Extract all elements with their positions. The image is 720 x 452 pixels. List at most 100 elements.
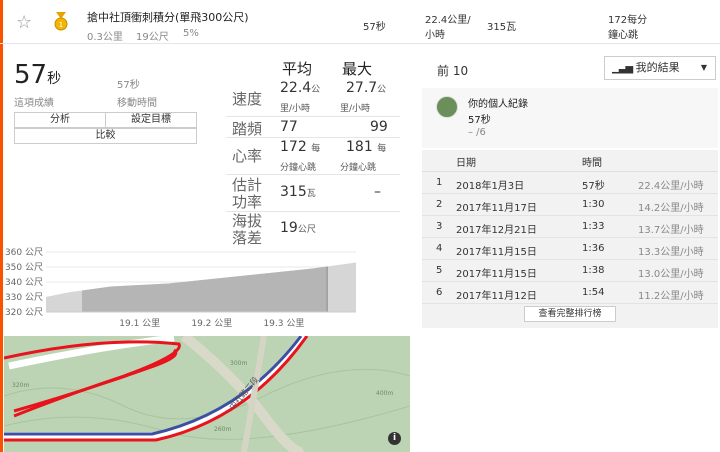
row-speed: 13.3公里/小時 xyxy=(638,247,704,258)
x-tick-label: 19.3 公里 xyxy=(263,318,304,329)
analyze-button[interactable]: 分析 xyxy=(14,112,106,128)
stat-avg-power: 315瓦 xyxy=(280,184,316,200)
result-time-unit: 秒 xyxy=(47,71,62,87)
segment-elev-gain: 19公尺 xyxy=(136,32,169,43)
medal-icon: 1 xyxy=(53,12,69,36)
row-rank: 2 xyxy=(436,199,443,210)
row-speed: 14.2公里/小時 xyxy=(638,203,704,214)
row-time: 1:30 xyxy=(582,199,605,210)
chart-area xyxy=(46,262,356,313)
full-leaderboard-button[interactable]: 查看完整排行榜 xyxy=(524,306,616,322)
stat-max-speed-unit2: 里/小時 xyxy=(340,104,371,114)
leaderboard-row[interactable]: 4 2017年11月15日 1:36 13.3公里/小時 xyxy=(422,238,718,260)
row-date[interactable]: 2017年11月15日 xyxy=(456,265,537,280)
map-contour-label: 320m xyxy=(12,382,30,389)
row-date[interactable]: 2017年11月12日 xyxy=(456,287,537,302)
compare-button[interactable]: 比較 xyxy=(14,128,197,144)
svg-text:1: 1 xyxy=(59,21,63,29)
y-tick-label: 350 公尺 xyxy=(5,262,43,273)
row-time: 57秒 xyxy=(582,181,605,192)
stat-avg-hr-unit: 每 xyxy=(311,144,321,154)
y-tick-label: 360 公尺 xyxy=(5,247,43,258)
segment-grade: 5% xyxy=(183,28,199,39)
leaderboard-row[interactable]: 5 2017年11月15日 1:38 13.0公里/小時 xyxy=(422,260,718,282)
info-icon[interactable]: i xyxy=(388,432,401,445)
stat-elev-diff: 19公尺 xyxy=(280,220,316,236)
stat-max-speed-value: 27.7 xyxy=(346,80,378,96)
y-tick-label: 320 公尺 xyxy=(5,307,43,318)
set-goal-button[interactable]: 設定目標 xyxy=(105,112,197,128)
segment-power: 315瓦 xyxy=(487,22,517,33)
map-contour-label: 400m xyxy=(376,390,394,397)
stat-elev-value: 19 xyxy=(280,220,298,236)
bar-chart-icon: ▁▃▅ xyxy=(612,63,633,74)
row-rank: 5 xyxy=(436,265,443,276)
moving-time-label: 移動時間 xyxy=(117,98,157,109)
segment-time: 57秒 xyxy=(363,22,386,33)
stat-max-hr-value: 181 xyxy=(346,139,373,155)
segment-map[interactable]: 中社路二段 300m 320m 260m 400m i xyxy=(4,336,410,452)
max-header: 最大 xyxy=(342,60,373,78)
stat-divider xyxy=(226,174,400,175)
result-time-value: 57 xyxy=(14,60,48,90)
stat-max-power: – xyxy=(374,184,381,200)
row-speed: 13.0公里/小時 xyxy=(638,269,704,280)
col-header-time: 時間 xyxy=(582,158,602,169)
segment-header-row: ☆ 1 搶中社頂衝刺積分(單飛300公尺) 0.3公里 19公尺 5% 57秒 … xyxy=(0,0,720,44)
elevation-chart[interactable]: 360 公尺350 公尺340 公尺330 公尺320 公尺 19.1 公里 19… xyxy=(0,246,360,332)
leaderboard-title: 前 10 xyxy=(437,64,469,78)
leaderboard-row[interactable]: 3 2017年12月21日 1:33 13.7公里/小時 xyxy=(422,216,718,238)
moving-time-value: 57秒 xyxy=(117,80,140,91)
row-date[interactable]: 2017年11月15日 xyxy=(456,243,537,258)
stat-label-power-2: 功率 xyxy=(232,193,263,211)
x-tick-label: 19.2 公里 xyxy=(191,318,232,329)
col-header-date: 日期 xyxy=(456,158,476,169)
row-date[interactable]: 2017年11月17日 xyxy=(456,199,537,214)
row-date[interactable]: 2018年1月3日 xyxy=(456,177,524,192)
stat-max-cadence: 99 xyxy=(370,119,388,135)
stat-label-elev-1: 海拔 xyxy=(232,212,263,230)
stat-divider xyxy=(226,116,400,117)
row-speed: 11.2公里/小時 xyxy=(638,291,704,302)
row-rank: 1 xyxy=(436,177,443,188)
my-results-dropdown[interactable]: ▁▃▅ 我的結果 ▼ xyxy=(604,56,716,80)
result-time: 57秒 xyxy=(14,60,61,90)
segment-heart-rate-unit: 鐘心跳 xyxy=(608,30,638,41)
leaderboard-row[interactable]: 2 2017年11月17日 1:30 14.2公里/小時 xyxy=(422,194,718,216)
pr-card: 你的個人紀錄 57秒 – /6 xyxy=(422,88,718,148)
leaderboard-row[interactable]: 6 2017年11月12日 1:54 11.2公里/小時 xyxy=(422,282,718,304)
chevron-down-icon: ▼ xyxy=(700,63,707,72)
stat-label-heart-rate: 心率 xyxy=(232,147,263,165)
stat-avg-power-value: 315 xyxy=(280,184,307,200)
pr-time: 57秒 xyxy=(468,115,491,126)
stat-label-power-1: 估計 xyxy=(232,176,263,194)
y-tick-label: 330 公尺 xyxy=(5,292,43,303)
stat-avg-speed-unit2: 里/小時 xyxy=(280,104,311,114)
row-date[interactable]: 2017年12月21日 xyxy=(456,221,537,236)
row-time: 1:33 xyxy=(582,221,605,232)
row-time: 1:38 xyxy=(582,265,605,276)
pr-rank: – /6 xyxy=(468,127,486,138)
star-icon[interactable]: ☆ xyxy=(16,12,32,33)
stat-avg-hr-unit2: 分鐘心跳 xyxy=(280,163,317,173)
stat-label-elev-2: 落差 xyxy=(232,229,263,247)
row-rank: 6 xyxy=(436,287,443,298)
row-time: 1:54 xyxy=(582,287,605,298)
map-contour-label: 300m xyxy=(230,360,248,367)
stat-divider xyxy=(226,137,400,138)
stat-max-hr-unit2: 分鐘心跳 xyxy=(340,163,377,173)
leaderboard-row[interactable]: 1 2018年1月3日 57秒 22.4公里/小時 xyxy=(422,172,718,194)
segment-distance: 0.3公里 xyxy=(87,32,123,43)
segment-heart-rate: 172每分 xyxy=(608,15,648,26)
stat-avg-heart-rate: 172 每 xyxy=(280,139,320,155)
stat-label-speed: 速度 xyxy=(232,90,263,108)
segment-name[interactable]: 搶中社頂衝刺積分(單飛300公尺) xyxy=(87,9,249,25)
y-tick-label: 340 公尺 xyxy=(5,277,43,288)
avatar[interactable] xyxy=(436,96,458,118)
stat-avg-speed-unit: 公 xyxy=(311,85,321,95)
row-time: 1:36 xyxy=(582,243,605,254)
stat-avg-hr-value: 172 xyxy=(280,139,307,155)
row-rank: 4 xyxy=(436,243,443,254)
avg-header: 平均 xyxy=(282,60,313,78)
pr-title: 你的個人紀錄 xyxy=(468,99,528,110)
